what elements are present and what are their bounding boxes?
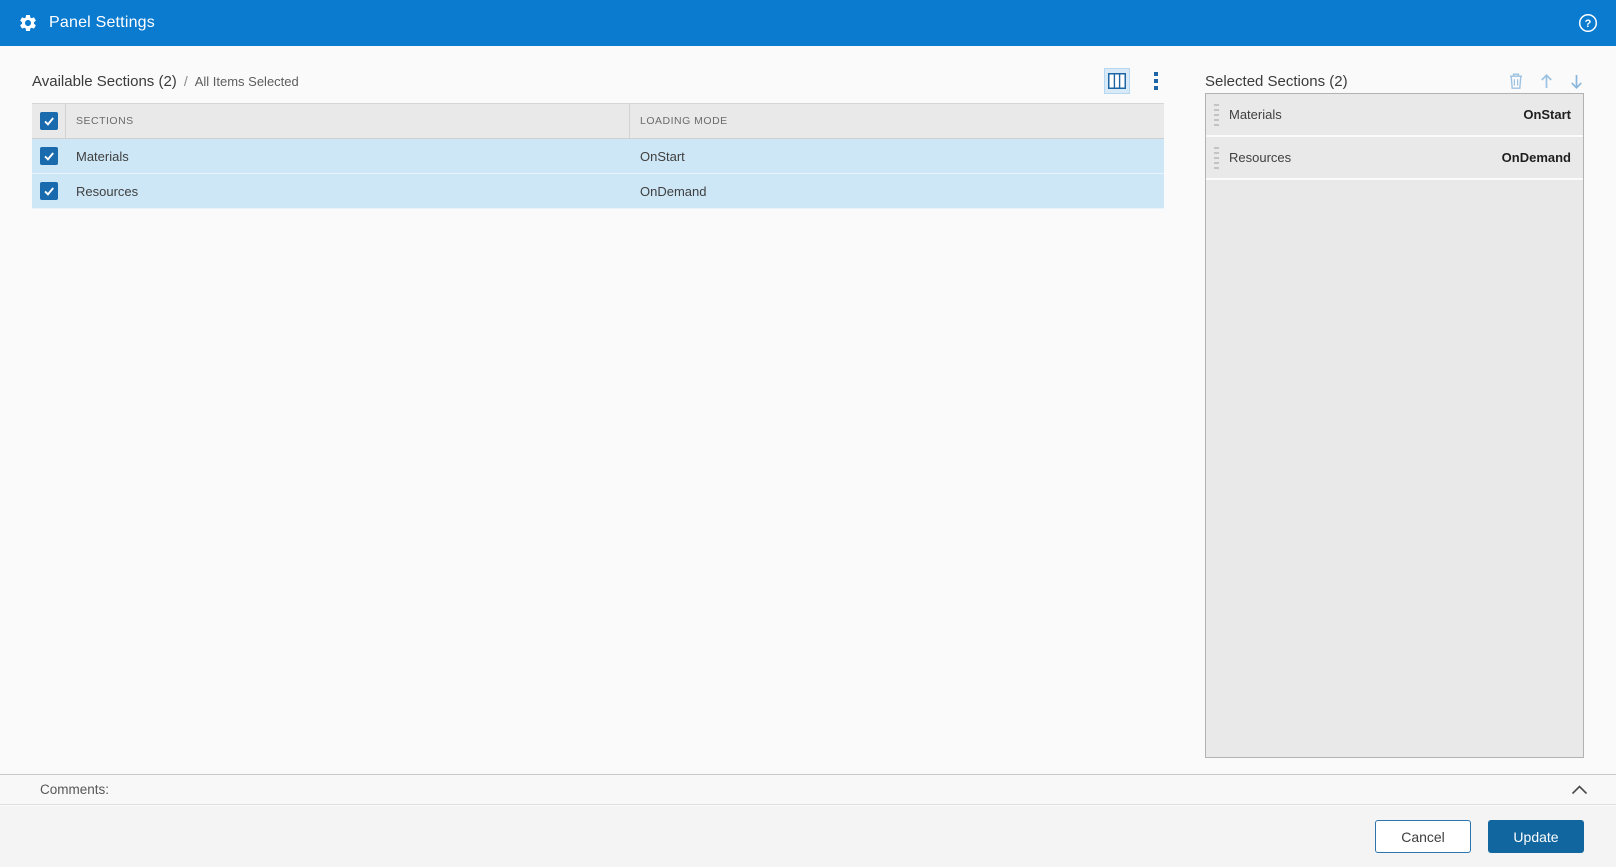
selected-sections-title: Selected Sections (2) (1205, 73, 1348, 90)
trash-icon[interactable] (1508, 72, 1524, 90)
kebab-menu-icon[interactable] (1148, 70, 1164, 92)
available-toolbar (1104, 68, 1164, 94)
kebab-dot (1154, 72, 1158, 76)
selected-item-name: Resources (1229, 150, 1291, 165)
update-button[interactable]: Update (1488, 820, 1584, 853)
checkbox-check-icon (42, 114, 56, 128)
footer: Cancel Update (0, 806, 1616, 867)
select-all-checkbox[interactable] (40, 112, 58, 130)
selected-item-name: Materials (1229, 107, 1282, 122)
available-sections-table: SECTIONS LOADING MODE Materials OnStart (32, 103, 1164, 209)
gear-icon (18, 13, 38, 33)
arrow-down-icon[interactable] (1569, 73, 1584, 90)
panel-settings-window: Panel Settings ? Available Sections (2) … (0, 0, 1616, 867)
column-chooser-button[interactable] (1104, 68, 1130, 94)
checkbox-check-icon (42, 149, 56, 163)
cancel-button[interactable]: Cancel (1375, 820, 1471, 853)
comments-bar[interactable]: Comments: (0, 774, 1616, 805)
row-checkbox-cell (32, 139, 66, 173)
column-chooser-icon (1108, 73, 1126, 89)
titlebar: Panel Settings ? (0, 0, 1616, 46)
loading-mode-cell: OnStart (630, 139, 1164, 173)
selection-summary: All Items Selected (195, 74, 299, 89)
column-header-loading-mode: LOADING MODE (630, 104, 1164, 138)
selected-item-loading-mode: OnStart (1523, 107, 1571, 122)
loading-mode-cell: OnDemand (630, 174, 1164, 208)
selected-item-loading-mode: OnDemand (1502, 150, 1571, 165)
help-glyph: ? (1585, 18, 1592, 30)
kebab-dot (1154, 79, 1158, 83)
selected-item-materials[interactable]: Materials OnStart (1206, 94, 1583, 137)
chevron-up-icon[interactable] (1571, 785, 1588, 795)
selected-item-resources[interactable]: Resources OnDemand (1206, 137, 1583, 180)
kebab-dot (1154, 86, 1158, 90)
available-sections-header: Available Sections (2) / All Items Selec… (32, 62, 1164, 100)
arrow-up-icon[interactable] (1539, 73, 1554, 90)
drag-handle-icon[interactable] (1214, 147, 1219, 169)
select-all-cell (32, 104, 66, 138)
table-row-resources[interactable]: Resources OnDemand (32, 174, 1164, 209)
section-name-cell: Materials (66, 139, 630, 173)
available-sections-title: Available Sections (2) (32, 73, 177, 90)
checkbox-check-icon (42, 184, 56, 198)
drag-handle-icon[interactable] (1214, 104, 1219, 126)
window-title: Panel Settings (49, 14, 155, 32)
table-header-row: SECTIONS LOADING MODE (32, 103, 1164, 139)
selected-toolbar (1508, 72, 1584, 90)
row-checkbox[interactable] (40, 182, 58, 200)
row-checkbox[interactable] (40, 147, 58, 165)
table-row-materials[interactable]: Materials OnStart (32, 139, 1164, 174)
comments-label: Comments: (40, 782, 109, 797)
section-name-cell: Resources (66, 174, 630, 208)
column-header-sections: SECTIONS (66, 104, 630, 138)
help-icon[interactable]: ? (1578, 13, 1598, 33)
selected-sections-panel: Materials OnStart Resources OnDemand (1205, 93, 1584, 758)
title-separator: / (184, 73, 188, 89)
row-checkbox-cell (32, 174, 66, 208)
